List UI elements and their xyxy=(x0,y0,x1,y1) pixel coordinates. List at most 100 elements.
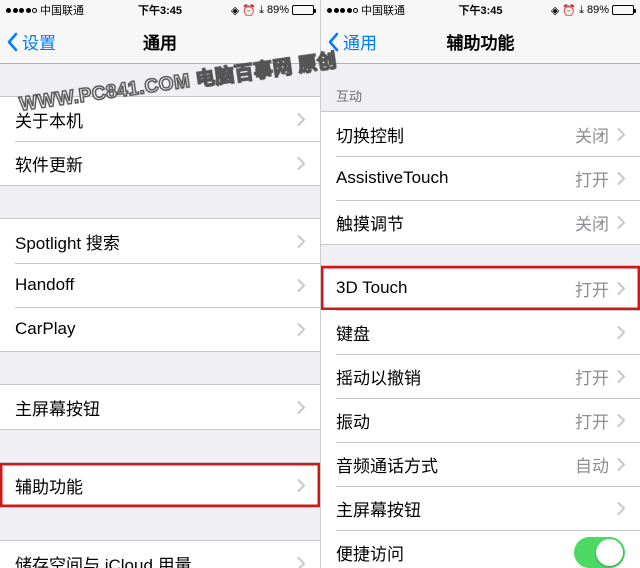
list-item[interactable]: 振动打开 xyxy=(321,398,640,442)
settings-group: 关于本机软件更新 xyxy=(0,96,320,186)
cell-label: 3D Touch xyxy=(336,278,575,298)
cell-label: 摇动以撤销 xyxy=(336,364,575,389)
accessibility-list[interactable]: 互动 切换控制关闭AssistiveTouch打开触摸调节关闭 3D Touch… xyxy=(321,64,640,568)
cell-label: 软件更新 xyxy=(15,151,297,176)
group-interaction: 切换控制关闭AssistiveTouch打开触摸调节关闭 xyxy=(321,111,640,245)
list-item[interactable]: 主屏幕按钮 xyxy=(321,486,640,530)
chevron-right-icon xyxy=(617,370,625,383)
page-title: 通用 xyxy=(143,29,177,54)
cell-label: 音频通话方式 xyxy=(336,452,575,477)
chevron-right-icon xyxy=(617,282,625,295)
chevron-right-icon xyxy=(297,401,305,414)
back-button[interactable]: 设置 xyxy=(0,29,56,54)
list-item[interactable]: Spotlight 搜索 xyxy=(0,219,320,263)
list-item[interactable]: 关于本机 xyxy=(0,97,320,141)
alarm-icon: ⏰ xyxy=(562,4,576,17)
settings-group: 辅助功能 xyxy=(0,462,320,508)
cell-value: 自动 xyxy=(575,452,609,477)
list-item[interactable]: 触摸调节关闭 xyxy=(321,200,640,244)
chevron-right-icon xyxy=(297,235,305,248)
list-item[interactable]: 储存空间与 iCloud 用量 xyxy=(0,541,320,568)
list-item[interactable]: 音频通话方式自动 xyxy=(321,442,640,486)
chevron-left-icon xyxy=(327,32,339,52)
cell-label: 触摸调节 xyxy=(336,210,575,235)
cell-label: 主屏幕按钮 xyxy=(336,496,617,521)
alarm-icon: ⏰ xyxy=(242,4,256,17)
list-item[interactable]: 辅助功能 xyxy=(0,463,320,507)
list-item[interactable]: CarPlay xyxy=(0,307,320,351)
list-item[interactable]: 便捷访问 xyxy=(321,530,640,568)
cell-label: Handoff xyxy=(15,275,297,295)
settings-group: 主屏幕按钮 xyxy=(0,384,320,430)
list-item[interactable]: Handoff xyxy=(0,263,320,307)
signal-dots xyxy=(6,8,37,13)
signal-dots xyxy=(327,8,358,13)
cell-label: 键盘 xyxy=(336,320,617,345)
back-label: 设置 xyxy=(22,29,56,54)
status-time: 下午3:45 xyxy=(458,2,502,18)
chevron-right-icon xyxy=(297,323,305,336)
chevron-right-icon xyxy=(617,326,625,339)
cell-value: 关闭 xyxy=(575,210,609,235)
cell-label: Spotlight 搜索 xyxy=(15,229,297,254)
carrier-label: 中国联通 xyxy=(361,2,405,18)
chevron-right-icon xyxy=(297,157,305,170)
settings-group: Spotlight 搜索 Handoff CarPlay xyxy=(0,218,320,352)
list-item[interactable]: AssistiveTouch打开 xyxy=(321,156,640,200)
chevron-right-icon xyxy=(297,557,305,568)
page-title: 辅助功能 xyxy=(447,29,515,54)
cell-label: 振动 xyxy=(336,408,575,433)
lock-icon: ⤓ xyxy=(579,4,584,17)
chevron-right-icon xyxy=(297,113,305,126)
chevron-right-icon xyxy=(297,279,305,292)
section-header-interaction: 互动 xyxy=(321,64,640,111)
chevron-right-icon xyxy=(617,502,625,515)
screen-general: 中国联通 下午3:45 ◈ ⏰ ⤓ 89% 设置 通用 关于本机软件更新 Spot… xyxy=(0,0,320,568)
battery-icon xyxy=(292,5,314,15)
navbar: 设置 通用 xyxy=(0,20,320,64)
group-touch: 3D Touch打开键盘摇动以撤销打开振动打开音频通话方式自动主屏幕按钮便捷访问 xyxy=(321,265,640,568)
battery-icon xyxy=(612,5,634,15)
cell-value: 打开 xyxy=(575,408,609,433)
settings-list[interactable]: 关于本机软件更新 Spotlight 搜索 Handoff CarPlay 主屏幕按钮辅… xyxy=(0,64,320,568)
status-time: 下午3:45 xyxy=(138,2,182,18)
cell-value: 打开 xyxy=(575,364,609,389)
cell-value: 打开 xyxy=(575,276,609,301)
cell-label: CarPlay xyxy=(15,319,297,339)
chevron-right-icon xyxy=(617,216,625,229)
lock-icon: ⤓ xyxy=(259,4,264,17)
status-bar: 中国联通 下午3:45 ◈ ⏰ ⤓ 89% xyxy=(321,0,640,20)
cell-label: 主屏幕按钮 xyxy=(15,395,297,420)
list-item[interactable]: 3D Touch打开 xyxy=(321,266,640,310)
chevron-left-icon xyxy=(6,32,18,52)
back-label: 通用 xyxy=(343,29,377,54)
list-item[interactable]: 软件更新 xyxy=(0,141,320,185)
battery-percent: 89% xyxy=(267,4,289,16)
list-item[interactable]: 摇动以撤销打开 xyxy=(321,354,640,398)
location-icon: ◈ xyxy=(231,4,239,17)
toggle-switch[interactable] xyxy=(574,537,625,568)
cell-label: 储存空间与 iCloud 用量 xyxy=(15,551,297,568)
chevron-right-icon xyxy=(297,479,305,492)
cell-label: 辅助功能 xyxy=(15,473,297,498)
carrier-label: 中国联通 xyxy=(40,2,84,18)
cell-label: AssistiveTouch xyxy=(336,168,575,188)
chevron-right-icon xyxy=(617,414,625,427)
cell-value: 关闭 xyxy=(575,122,609,147)
location-icon: ◈ xyxy=(551,4,559,17)
chevron-right-icon xyxy=(617,128,625,141)
navbar: 通用 辅助功能 xyxy=(321,20,640,64)
screen-accessibility: 中国联通 下午3:45 ◈ ⏰ ⤓ 89% 通用 辅助功能 互动 切换控制关闭A… xyxy=(320,0,640,568)
cell-label: 便捷访问 xyxy=(336,540,574,565)
cell-label: 切换控制 xyxy=(336,122,575,147)
cell-value: 打开 xyxy=(575,166,609,191)
settings-group: 储存空间与 iCloud 用量后台应用刷新 xyxy=(0,540,320,568)
chevron-right-icon xyxy=(617,458,625,471)
list-item[interactable]: 切换控制关闭 xyxy=(321,112,640,156)
list-item[interactable]: 主屏幕按钮 xyxy=(0,385,320,429)
back-button[interactable]: 通用 xyxy=(321,29,377,54)
list-item[interactable]: 键盘 xyxy=(321,310,640,354)
chevron-right-icon xyxy=(617,172,625,185)
battery-percent: 89% xyxy=(587,4,609,16)
cell-label: 关于本机 xyxy=(15,107,297,132)
